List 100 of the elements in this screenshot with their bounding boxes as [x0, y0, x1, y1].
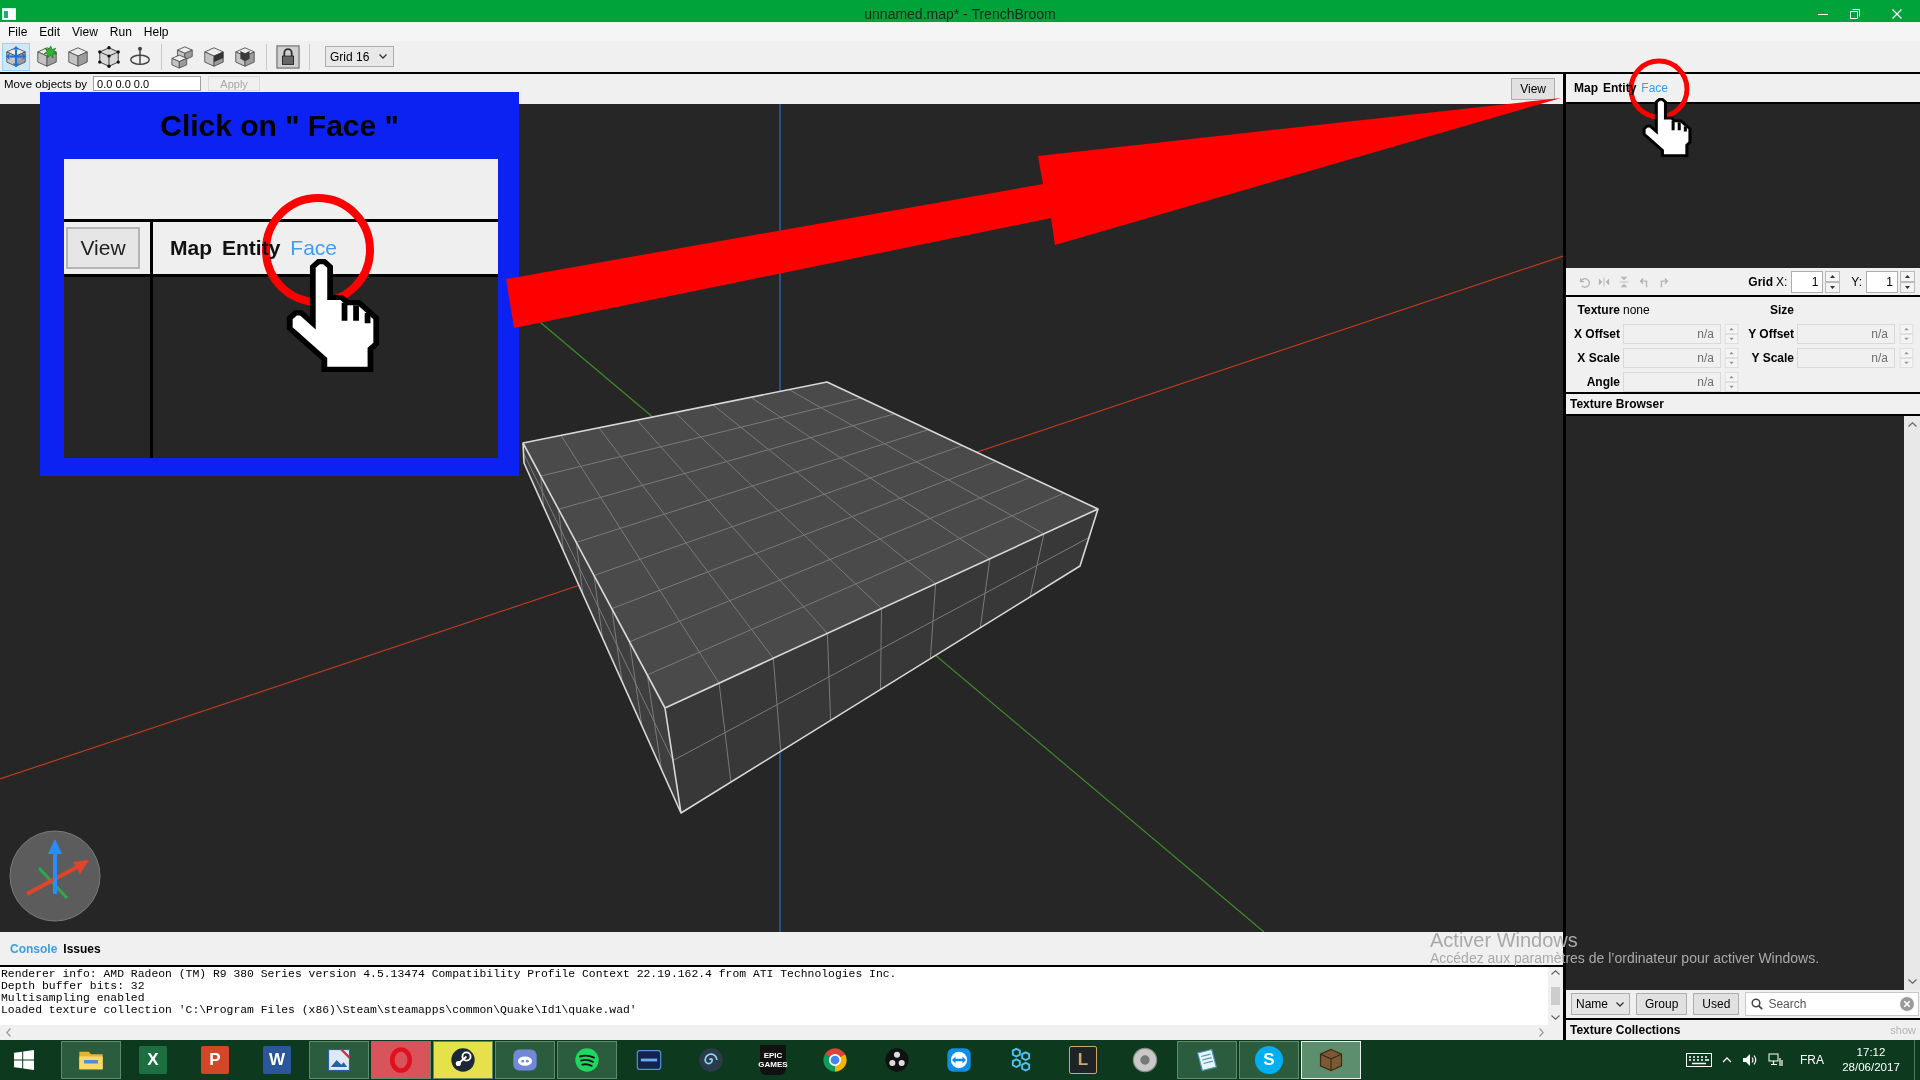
taskbar-button[interactable]: L: [1053, 1041, 1113, 1079]
tab-label: Map: [170, 236, 212, 260]
caret-icon: [379, 54, 387, 59]
spinner-icon[interactable]: [1900, 270, 1915, 293]
spinner-icon[interactable]: [1825, 270, 1841, 293]
picture-editor-icon: [325, 1046, 353, 1074]
log-line: Multisampling enabled: [1, 992, 145, 1004]
clock-date[interactable]: 28/06/2017: [1842, 1060, 1900, 1075]
search-icon: [1751, 998, 1764, 1010]
w-logo-icon: W: [263, 1046, 291, 1074]
window-icon: [2, 8, 16, 20]
taskbar-button[interactable]: W: [247, 1041, 307, 1079]
language-indicator[interactable]: FRA: [1800, 1053, 1824, 1067]
menu-item[interactable]: File: [2, 23, 34, 40]
network-icon[interactable]: [1768, 1053, 1784, 1067]
filter-toggle[interactable]: Used: [1693, 993, 1740, 1015]
taskbar-button[interactable]: [495, 1041, 555, 1079]
keyboard-icon[interactable]: [1686, 1053, 1712, 1067]
flip-horizontal-icon: [1598, 275, 1610, 288]
ring-icon: [387, 1046, 415, 1074]
segmented-disc-icon: [821, 1046, 849, 1074]
swirl-logo-icon: [697, 1046, 725, 1074]
axis-gizmo-icon: [9, 830, 101, 922]
log-line: Renderer info: AMD Radeon (TM) R9 380 Series version 4.5.13474 Compatibility Profile Context 22.19.162.4 from ATI Technologies Inc.: [1, 968, 897, 980]
field-label: Y Offset: [1747, 327, 1794, 341]
taskbar-button[interactable]: [433, 1041, 493, 1079]
taskbar-button[interactable]: [309, 1041, 369, 1079]
cube-star-icon: [35, 44, 59, 69]
clear-icon[interactable]: [1900, 997, 1915, 1011]
taskbar-button[interactable]: P: [185, 1041, 245, 1079]
cube-notch-icon: [233, 44, 257, 69]
grid-label: Grid: [1748, 274, 1773, 289]
console-tab[interactable]: Issues: [63, 941, 101, 956]
taskbar-button[interactable]: EPIC GAMES: [743, 1041, 803, 1079]
view-button-image: View: [66, 227, 140, 269]
cube-arrows-icon: [4, 44, 28, 69]
rotate-arrow-icon: [1578, 275, 1590, 288]
menu-item[interactable]: Edit: [33, 23, 67, 40]
menu-item[interactable]: Run: [103, 23, 138, 40]
cube-icon: [66, 44, 90, 69]
filter-toggle[interactable]: Group: [1636, 993, 1688, 1015]
shield-logo-icon: EPIC GAMES: [760, 1045, 786, 1075]
four-panes-icon: [14, 1050, 34, 1070]
texture-label: Texture: [1576, 303, 1620, 317]
log-line: Loaded texture collection 'C:\Program Files (x86)\Steam\steamapps\common\Quake\Id1\quake.wad': [1, 1004, 637, 1016]
chevron-up-icon[interactable]: [1722, 1057, 1732, 1063]
grid-y-field[interactable]: 1: [1866, 270, 1898, 293]
menu-item[interactable]: Help: [137, 23, 175, 40]
log-line: Depth buffer bits: 32: [1, 980, 145, 992]
close-icon: [1892, 9, 1902, 19]
field-label: X Offset: [1573, 327, 1620, 341]
sort-dropdown[interactable]: Name: [1571, 993, 1630, 1015]
l-logo-icon: L: [1069, 1046, 1097, 1074]
flip-vertical-icon: [1618, 275, 1630, 288]
minimize-icon: [1818, 13, 1828, 15]
texture-collections-title: Texture Collections: [1570, 1023, 1681, 1037]
vertical-scrollbar[interactable]: [1904, 416, 1920, 990]
padlock-icon: [276, 44, 300, 69]
speaker-icon[interactable]: [1742, 1053, 1758, 1067]
three-dots-disc-icon: [883, 1046, 911, 1074]
size-label: Size: [1769, 303, 1794, 317]
inspector-tab[interactable]: Map: [1574, 81, 1598, 95]
search-field[interactable]: Search: [1745, 992, 1920, 1016]
taskbar-button[interactable]: [557, 1041, 617, 1079]
scroll-down-icon: [1551, 1015, 1560, 1020]
move-offset-field[interactable]: 0.0 0.0 0.0: [93, 76, 202, 91]
restore-icon: [1850, 9, 1860, 19]
lock-button[interactable]: [274, 42, 302, 71]
menu-item[interactable]: View: [66, 23, 104, 40]
grid-x-field[interactable]: 1: [1791, 270, 1824, 293]
view-button[interactable]: View: [1511, 78, 1555, 100]
scroll-up-icon: [1551, 970, 1560, 975]
taskbar-button[interactable]: X: [123, 1041, 183, 1079]
scroll-right-icon: [1539, 1028, 1544, 1037]
clock-time[interactable]: 17:12: [1856, 1045, 1886, 1060]
scroll-thumb[interactable]: [1551, 987, 1560, 1005]
piston-disc-icon: [449, 1046, 477, 1074]
grid-x-label: X:: [1775, 274, 1788, 289]
speaker-disc-icon: [1131, 1046, 1159, 1074]
tab-label: Face: [290, 236, 338, 260]
x-logo-icon: X: [139, 1046, 167, 1074]
field-label: X Scale: [1576, 351, 1620, 365]
scroll-up-icon: [1907, 422, 1917, 427]
callout-title: Click on " Face ": [159, 107, 400, 144]
crate-icon: [1317, 1046, 1345, 1074]
field-label: Y Scale: [1750, 351, 1794, 365]
scroll-down-icon: [1907, 979, 1917, 984]
cube-cutout-icon: [202, 44, 226, 69]
turn-right-arrow-icon: [1658, 275, 1670, 288]
move-label: Move objects by: [4, 78, 88, 91]
window-title: unnamed.map* - TrenchBroom: [864, 6, 1056, 22]
field-label: Angle: [1585, 375, 1620, 389]
turn-left-arrow-icon: [1638, 275, 1650, 288]
texture-name: none: [1623, 303, 1651, 317]
cube-vertices-icon: [97, 44, 121, 69]
s-logo-icon: S: [1255, 1046, 1283, 1074]
p-logo-icon: P: [201, 1046, 229, 1074]
grid-dropdown[interactable]: Grid 16: [325, 46, 394, 67]
scroll-left-icon: [6, 1028, 11, 1037]
taskbar-button[interactable]: [1177, 1041, 1237, 1079]
